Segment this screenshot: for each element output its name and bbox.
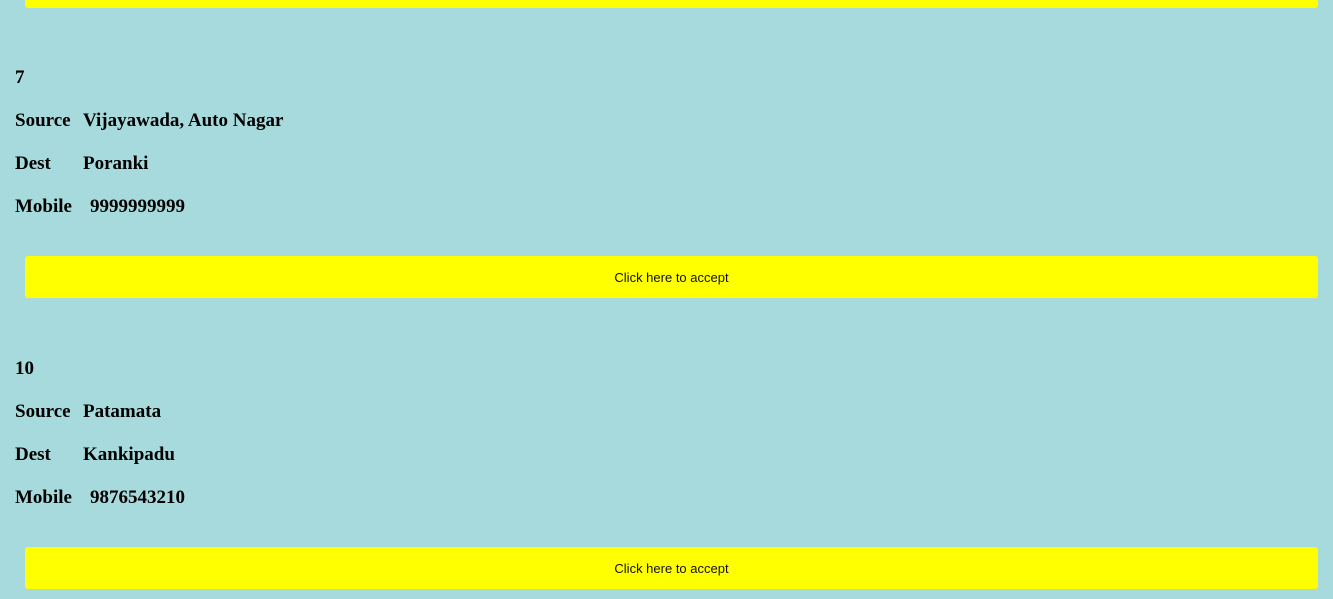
mobile-value: 9999999999 (90, 196, 185, 217)
source-label: Source (15, 110, 71, 131)
dest-value: Kankipadu (83, 444, 175, 465)
source-value: Vijayawada, Auto Nagar (83, 110, 284, 131)
mobile-label: Mobile (15, 196, 72, 217)
source-value: Patamata (83, 401, 162, 422)
request-id: 10 (15, 358, 34, 379)
accept-button[interactable]: Click here to accept (25, 547, 1318, 589)
source-row: Source Patamata (15, 401, 161, 423)
mobile-row: Mobile 9876543210 (15, 487, 185, 509)
accept-button[interactable]: Click here to accept (25, 256, 1318, 298)
dest-value: Poranki (83, 153, 149, 174)
dest-label: Dest (15, 153, 51, 174)
accept-button[interactable] (25, 0, 1318, 8)
dest-row: Dest Poranki (15, 153, 148, 175)
source-row: Source Vijayawada, Auto Nagar (15, 110, 283, 132)
mobile-value: 9876543210 (90, 487, 185, 508)
request-id: 7 (15, 67, 25, 88)
dest-label: Dest (15, 444, 51, 465)
mobile-row: Mobile 9999999999 (15, 196, 185, 218)
source-label: Source (15, 401, 71, 422)
dest-row: Dest Kankipadu (15, 444, 175, 466)
mobile-label: Mobile (15, 487, 72, 508)
